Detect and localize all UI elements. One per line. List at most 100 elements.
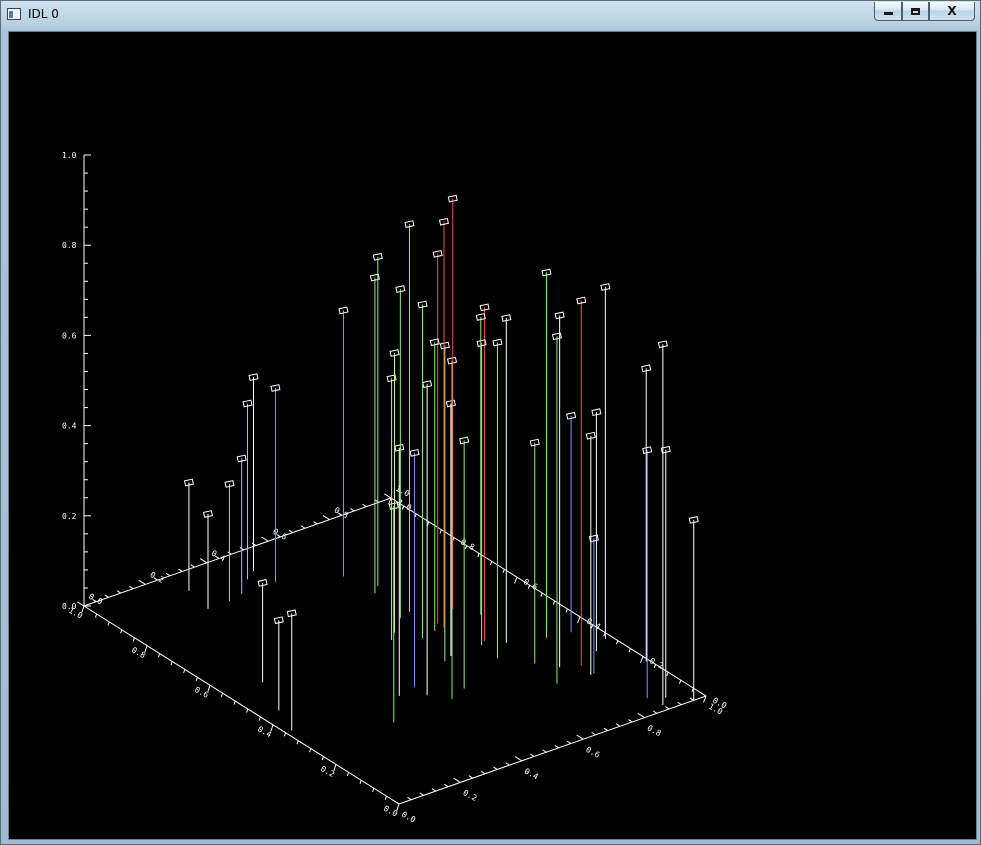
x-tick xyxy=(566,740,572,744)
data-point-marker xyxy=(541,268,552,277)
y-axis-left xyxy=(83,605,400,805)
x-tick-label-back: 1.0 xyxy=(394,484,411,499)
x-tick-back xyxy=(350,508,355,512)
z-tick-label: 0.2 xyxy=(62,512,77,521)
x-tick xyxy=(542,749,547,753)
z-tick-label: 0.4 xyxy=(62,422,77,431)
y-tick-label: 0.6 xyxy=(193,685,210,700)
x-tick xyxy=(603,727,609,731)
y-tick xyxy=(94,613,98,618)
square-marker xyxy=(372,252,383,261)
data-point-marker xyxy=(372,252,383,261)
minimize-button[interactable] xyxy=(874,2,902,21)
x-tick-back xyxy=(251,542,257,546)
y-tick-right xyxy=(477,553,480,558)
y-tick-right xyxy=(565,608,568,613)
square-marker xyxy=(541,268,552,277)
y-tick-right xyxy=(552,600,556,605)
z-tick-label: 0.8 xyxy=(62,241,77,250)
x-tick-back xyxy=(199,558,208,564)
y-tick-right xyxy=(489,561,493,566)
y-tick xyxy=(246,708,249,713)
x-tick-back xyxy=(190,564,195,568)
y-tick-label: 0.0 xyxy=(382,804,399,819)
x-tick xyxy=(628,719,633,723)
y-tick xyxy=(296,740,299,745)
square-marker xyxy=(600,283,611,291)
y-tick xyxy=(309,748,312,753)
y-tick xyxy=(233,700,236,705)
maximize-button[interactable] xyxy=(902,2,929,21)
x-tick xyxy=(652,710,658,714)
y-tick-right xyxy=(540,592,543,597)
x-tick-back xyxy=(104,594,109,598)
y-tick-right xyxy=(577,616,581,624)
x-tick xyxy=(493,766,498,770)
plot-canvas: 0.0 0.2 0.4 0.6 0.8 1.0 0.0 0.0 0.2 0.2 0.4 0.4 0.6 0… xyxy=(8,31,977,840)
x-tick xyxy=(689,697,694,701)
x-tick-back xyxy=(129,585,134,590)
x-tick xyxy=(615,723,621,727)
y-tick xyxy=(195,677,198,682)
close-button[interactable]: X xyxy=(929,2,975,21)
z-tick-label: 1.0 xyxy=(62,151,77,160)
y-tick xyxy=(359,780,362,784)
y-tick xyxy=(220,692,224,697)
x-tick xyxy=(407,796,412,801)
x-tick xyxy=(637,712,645,719)
x-tick xyxy=(529,753,535,757)
x-tick-back xyxy=(261,536,269,542)
z-tick-label: 0.6 xyxy=(62,331,77,340)
x-tick-label: 0.8 xyxy=(646,723,663,738)
x-tick-back xyxy=(322,514,330,521)
y-tick-label: 0.2 xyxy=(319,764,336,779)
x-tick-back xyxy=(138,579,146,585)
close-icon: X xyxy=(947,4,957,18)
x-tick-back xyxy=(362,503,367,508)
y-tick xyxy=(283,732,287,737)
y-tick xyxy=(132,637,135,642)
x-tick xyxy=(665,706,670,710)
x-tick xyxy=(431,788,437,792)
y-tick-right xyxy=(502,569,505,574)
x-tick-back xyxy=(384,493,392,499)
y-tick-right xyxy=(691,687,694,692)
y-tick-right xyxy=(628,648,631,653)
3d-stem-plot: 0.00.20.40.60.81.00.00.00.20.20.40.40.60… xyxy=(62,151,728,825)
y-tick-right xyxy=(514,577,518,584)
y-tick xyxy=(258,716,261,721)
x-tick xyxy=(444,783,449,788)
x-axis-front xyxy=(398,695,707,805)
title-bar[interactable]: IDL 0 xyxy=(1,1,980,29)
idl-window-icon[interactable] xyxy=(7,8,21,20)
x-tick xyxy=(453,777,461,783)
x-tick xyxy=(576,734,584,740)
x-tick xyxy=(677,701,682,706)
x-tick xyxy=(699,691,707,697)
y-tick xyxy=(321,756,324,761)
x-tick-back xyxy=(300,525,306,529)
y-tick xyxy=(372,788,375,792)
y-tick-right xyxy=(678,679,682,684)
x-tick-back xyxy=(116,590,122,594)
y-tick-right xyxy=(666,672,669,677)
x-tick xyxy=(468,775,473,779)
x-tick-label: 0.4 xyxy=(523,767,540,782)
window-title: IDL 0 xyxy=(28,7,59,21)
x-tick-back xyxy=(165,572,171,577)
x-tick xyxy=(392,799,400,805)
y-tick-label: 0.4 xyxy=(256,725,273,740)
x-tick xyxy=(591,732,596,736)
x-tick-back xyxy=(77,601,85,607)
y-tick xyxy=(346,772,350,777)
x-tick xyxy=(480,770,486,775)
y-tick xyxy=(157,653,161,658)
x-tick-label: 0.6 xyxy=(584,745,601,760)
x-tick-back xyxy=(178,568,183,572)
y-tick-right xyxy=(439,529,442,534)
data-point-marker xyxy=(600,283,611,291)
y-tick xyxy=(107,621,110,626)
x-tick xyxy=(554,745,559,749)
x-tick-back xyxy=(288,529,294,533)
x-tick-back xyxy=(313,521,318,525)
